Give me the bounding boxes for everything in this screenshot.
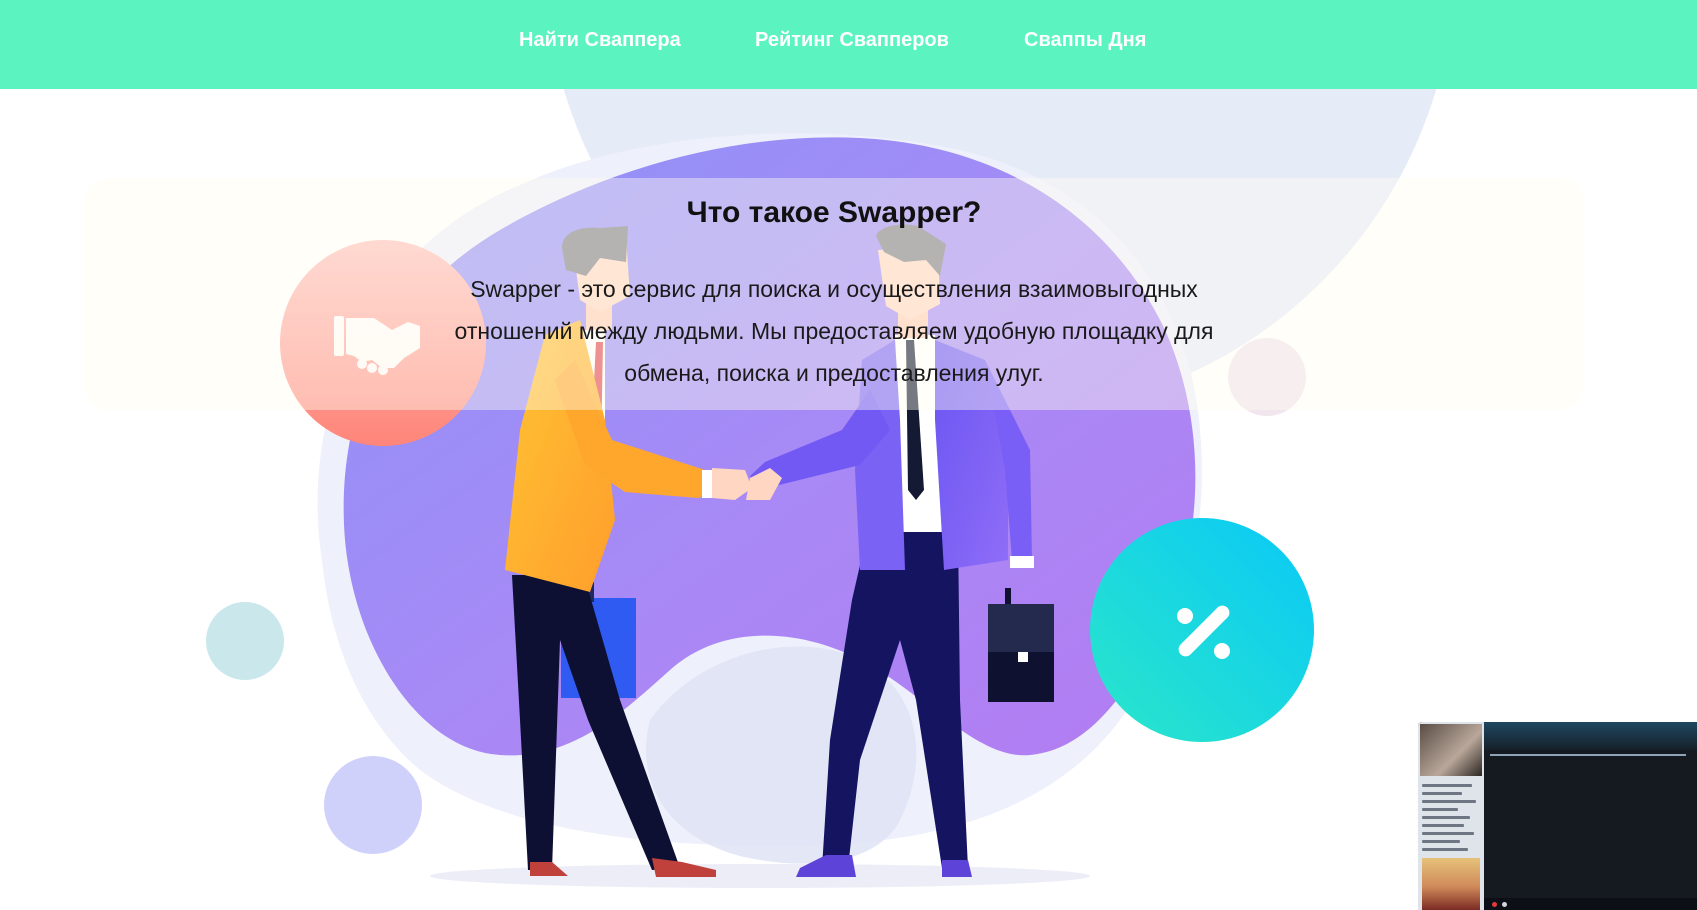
video-text-line	[1490, 754, 1686, 756]
nav-swaps-of-day[interactable]: Сваппы Дня	[1024, 29, 1146, 52]
nav-find-swapper[interactable]: Найти Свапперa	[519, 29, 681, 52]
chat-line	[1422, 840, 1460, 843]
video-controls[interactable]	[1484, 898, 1697, 910]
chat-line	[1422, 848, 1468, 851]
record-icon	[1492, 902, 1497, 907]
chat-line	[1422, 792, 1462, 795]
about-title: Что такое Swapper?	[686, 196, 982, 229]
video-main-area	[1484, 722, 1697, 910]
about-description: Swapper - это сервис для поиска и осущес…	[454, 276, 1214, 386]
chat-line	[1422, 808, 1458, 811]
video-sidebar	[1418, 722, 1484, 910]
top-navigation: Найти Свапперa Рейтинг Свапперов Сваппы …	[0, 0, 1697, 89]
chat-line	[1422, 816, 1470, 819]
lavender-dot	[324, 756, 422, 854]
chat-line	[1422, 784, 1472, 787]
landing-page: Найти Свапперa Рейтинг Свапперов Сваппы …	[0, 0, 1697, 910]
video-top-bar	[1484, 722, 1697, 750]
chat-line	[1422, 832, 1474, 835]
video-thumbnail[interactable]	[1418, 722, 1697, 910]
chat-line	[1422, 824, 1464, 827]
about-section: Что такое Swapper? Swapper - это сервис …	[84, 178, 1584, 410]
teal-dot	[206, 602, 284, 680]
webcam-feed	[1420, 724, 1482, 776]
streamer-avatar	[1422, 858, 1480, 910]
play-icon	[1502, 902, 1507, 907]
nav-swapper-rating[interactable]: Рейтинг Свапперов	[755, 29, 949, 52]
chat-line	[1422, 800, 1476, 803]
